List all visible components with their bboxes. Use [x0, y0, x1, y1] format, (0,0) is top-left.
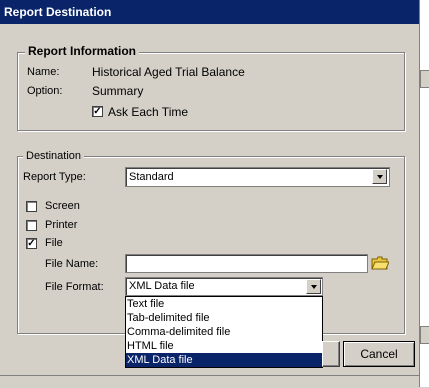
- file-format-option-selected[interactable]: XML Data file: [126, 353, 322, 367]
- file-format-option[interactable]: Text file: [126, 297, 322, 311]
- cancel-button[interactable]: Cancel: [343, 341, 415, 367]
- folder-icon[interactable]: [371, 254, 390, 272]
- screen-label[interactable]: Screen: [45, 200, 80, 212]
- printer-label[interactable]: Printer: [45, 219, 77, 231]
- file-format-option[interactable]: Comma-delimited file: [126, 325, 322, 339]
- file-format-option[interactable]: HTML file: [126, 339, 322, 353]
- file-format-label: File Format:: [45, 281, 104, 293]
- option-value: Summary: [92, 84, 144, 98]
- background-window-bottom: [0, 375, 419, 388]
- report-information-legend: Report Information: [25, 44, 139, 58]
- report-type-value: Standard: [129, 171, 174, 183]
- file-format-dropdown-list[interactable]: Text file Tab-delimited file Comma-delim…: [125, 296, 323, 368]
- background-window-control: [420, 70, 429, 88]
- file-format-option[interactable]: Tab-delimited file: [126, 311, 322, 325]
- screen-checkbox[interactable]: [26, 201, 37, 212]
- report-information-group: [17, 52, 405, 131]
- file-name-label: File Name:: [45, 258, 99, 270]
- destination-legend: Destination: [23, 150, 85, 162]
- file-label[interactable]: File: [45, 237, 63, 249]
- window-title: Report Destination: [0, 0, 419, 24]
- name-value: Historical Aged Trial Balance: [92, 65, 245, 79]
- report-type-label: Report Type:: [23, 171, 86, 183]
- file-format-select[interactable]: XML Data file: [125, 277, 323, 296]
- file-checkbox[interactable]: ✓: [26, 238, 37, 249]
- option-label: Option:: [27, 85, 63, 97]
- chevron-down-icon[interactable]: [372, 169, 387, 184]
- file-format-value: XML Data file: [129, 280, 195, 292]
- report-type-select[interactable]: Standard: [125, 167, 390, 187]
- background-window-control: [420, 326, 429, 344]
- chevron-down-icon[interactable]: [306, 279, 321, 294]
- ok-button-partial[interactable]: [322, 341, 340, 367]
- file-name-input[interactable]: [125, 254, 368, 273]
- name-label: Name:: [27, 66, 60, 78]
- ask-each-time-checkbox[interactable]: ✓: [92, 106, 103, 117]
- ask-each-time-label[interactable]: Ask Each Time: [108, 105, 188, 119]
- printer-checkbox[interactable]: [26, 220, 37, 231]
